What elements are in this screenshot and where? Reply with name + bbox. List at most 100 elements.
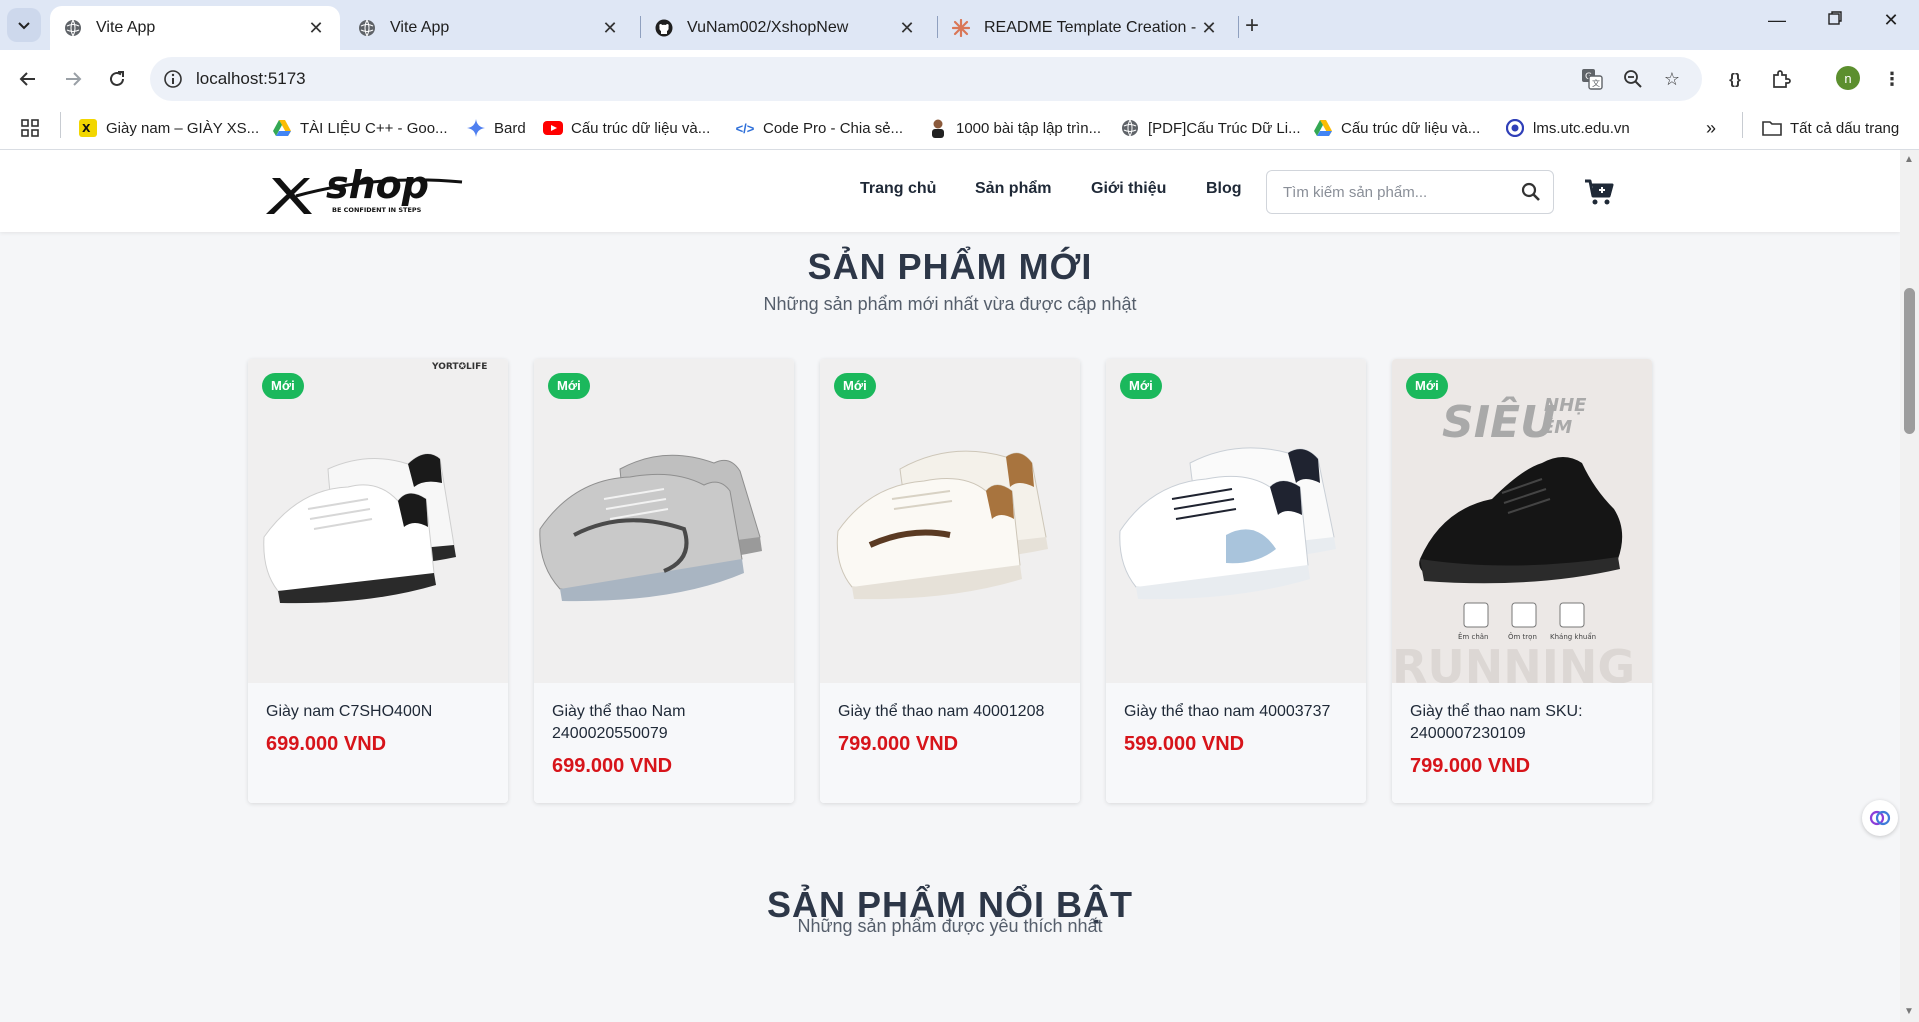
scroll-up-arrow-icon[interactable]: ▲ xyxy=(1904,154,1914,165)
site-info-icon[interactable] xyxy=(162,68,184,90)
site-header: shop BE CONFIDENT IN STEPS Trang chủ Sản… xyxy=(0,150,1900,232)
zoom-out-icon[interactable] xyxy=(1621,67,1645,91)
nav-blog[interactable]: Blog xyxy=(1206,180,1242,198)
profile-avatar[interactable]: n xyxy=(1836,66,1860,90)
svg-text:文: 文 xyxy=(1592,78,1600,88)
product-image[interactable]: Mới xyxy=(1106,359,1366,683)
product-search-input[interactable] xyxy=(1267,171,1507,213)
nav-san-pham[interactable]: Sản phẩm xyxy=(975,180,1051,198)
featured-products-subtitle: Những sản phẩm được yêu thích nhất xyxy=(797,916,1103,936)
scroll-down-arrow-icon[interactable]: ▼ xyxy=(1904,1006,1914,1017)
person-icon xyxy=(928,118,948,138)
address-bar[interactable]: localhost:5173 G文 ☆ xyxy=(150,57,1702,101)
new-tab-plus-icon[interactable]: + xyxy=(1245,12,1259,40)
drive-icon xyxy=(1313,118,1333,138)
bookmark-star-icon[interactable]: ☆ xyxy=(1660,67,1684,91)
bookmark-label: Giày nam – GIÀY XS... xyxy=(106,119,260,137)
product-card[interactable]: Mới Giày thể thao Nam 2400020550079 699.… xyxy=(534,359,794,803)
product-name[interactable]: Giày thể thao nam 40001208 xyxy=(838,701,1068,723)
extensions-puzzle-icon[interactable] xyxy=(1766,64,1796,94)
xshop-logo[interactable]: shop BE CONFIDENT IN STEPS xyxy=(266,163,466,220)
svg-text:BE CONFIDENT IN STEPS: BE CONFIDENT IN STEPS xyxy=(332,206,422,214)
new-badge: Mới xyxy=(262,373,304,399)
product-card[interactable]: Mới Giày thể thao nam 40001208 799.000 V… xyxy=(820,359,1080,803)
product-name[interactable]: Giày thể thao nam SKU: 2400007230109 xyxy=(1410,701,1640,745)
more-menu-icon[interactable]: ⋮ xyxy=(1877,64,1907,94)
back-arrow-icon[interactable] xyxy=(13,64,43,94)
product-info: Giày thể thao nam 40001208 799.000 VND xyxy=(820,683,1080,803)
tab-title: README Template Creation - Cl xyxy=(984,19,1199,36)
tab-title: Vite App xyxy=(96,19,156,36)
nav-trang-chu[interactable]: Trang chủ xyxy=(860,180,936,198)
bookmark-label: 1000 bài tập lập trìn... xyxy=(956,119,1102,137)
tab-search-button[interactable] xyxy=(7,8,41,42)
product-name[interactable]: Giày nam C7SHO400N xyxy=(266,701,496,723)
new-products-title: SẢN PHẨM MỚI xyxy=(807,246,1093,287)
globe-icon xyxy=(1120,118,1140,138)
youtube-icon xyxy=(543,118,563,138)
new-badge: Mới xyxy=(834,373,876,399)
tab-github[interactable]: VuNam002/XshopNew ✕ xyxy=(641,6,931,50)
bookmark-code-pro[interactable]: </> Code Pro - Chia sẻ... xyxy=(735,118,903,138)
reload-icon[interactable] xyxy=(102,64,132,94)
product-image[interactable]: Mới xyxy=(820,359,1080,683)
bookmark-youtube-ctdl[interactable]: Cấu trúc dữ liệu và... xyxy=(543,118,710,138)
close-tab-icon[interactable]: ✕ xyxy=(897,18,917,39)
product-info: Giày thể thao nam 40003737 599.000 VND xyxy=(1106,683,1366,803)
svg-text:YORT✪LIFE: YORT✪LIFE xyxy=(431,362,487,372)
tab-readme-claude[interactable]: README Template Creation - Cl ✕ xyxy=(938,6,1233,50)
product-card[interactable]: SIÊU NHẸ ÊM Êm chân Ôm trọn Kháng khuẩn … xyxy=(1392,359,1652,803)
more-bookmarks-chevron-icon[interactable]: » xyxy=(1706,118,1716,139)
restore-icon[interactable] xyxy=(1820,10,1850,31)
product-search-box xyxy=(1266,170,1554,214)
bookmark-bard[interactable]: Bard xyxy=(466,118,526,138)
bookmarks-bar: X Giày nam – GIÀY XS... TÀI LIỆU C++ - G… xyxy=(0,108,1919,150)
drive-icon xyxy=(272,118,292,138)
product-price: 699.000 VND xyxy=(552,755,673,777)
new-badge: Mới xyxy=(1406,373,1448,399)
bookmark-pdf-ctdl[interactable]: [PDF]Cấu Trúc Dữ Li... xyxy=(1120,118,1301,138)
product-name[interactable]: Giày thể thao nam 40003737 xyxy=(1124,701,1354,723)
tab-title: Vite App xyxy=(390,19,450,36)
claude-icon xyxy=(952,19,970,37)
tab-vite-app-1[interactable]: Vite App ✕ xyxy=(50,6,340,50)
product-image[interactable]: Mới xyxy=(534,359,794,683)
nav-gioi-thieu[interactable]: Giới thiệu xyxy=(1091,180,1166,198)
all-bookmarks-folder[interactable]: Tất cả dấu trang xyxy=(1762,118,1899,138)
forward-arrow-icon[interactable] xyxy=(58,64,88,94)
close-window-icon[interactable]: ✕ xyxy=(1876,10,1906,31)
bookmark-drive-ctdl[interactable]: Cấu trúc dữ liệu và... xyxy=(1313,118,1480,138)
translate-icon[interactable]: G文 xyxy=(1580,67,1604,91)
close-tab-icon[interactable]: ✕ xyxy=(1199,18,1219,39)
bookmark-tailieu-cpp[interactable]: TÀI LIỆU C++ - Goo... xyxy=(272,118,448,138)
product-card[interactable]: Mới Giày thể thao nam 40003737 599.000 V… xyxy=(1106,359,1366,803)
bookmark-label: Code Pro - Chia sẻ... xyxy=(763,119,904,137)
close-tab-icon[interactable]: ✕ xyxy=(600,18,620,39)
cart-icon[interactable] xyxy=(1584,178,1614,206)
search-icon[interactable] xyxy=(1521,182,1541,202)
folder-icon xyxy=(1762,118,1782,138)
page-scrollbar[interactable]: ▲ ▼ xyxy=(1900,150,1919,1022)
product-price: 699.000 VND xyxy=(266,733,387,755)
tab-separator xyxy=(1238,16,1239,38)
assistant-brain-icon[interactable] xyxy=(1862,800,1898,836)
devtools-json-icon[interactable]: {} xyxy=(1720,64,1750,94)
scrollbar-thumb[interactable] xyxy=(1904,288,1915,434)
bookmark-label: [PDF]Cấu Trúc Dữ Li... xyxy=(1148,119,1301,137)
bookmark-lms-utc[interactable]: lms.utc.edu.vn xyxy=(1505,118,1630,138)
tab-vite-app-2[interactable]: Vite App ✕ xyxy=(344,6,634,50)
product-price: 799.000 VND xyxy=(838,733,959,755)
product-card[interactable]: YORT✪LIFE Mới Giày nam C7SHO400N 699.000… xyxy=(248,359,508,803)
globe-icon xyxy=(358,19,376,37)
url-text[interactable]: localhost:5173 xyxy=(196,69,306,89)
apps-grid-icon[interactable] xyxy=(20,118,40,138)
svg-text:SIÊU: SIÊU xyxy=(1442,395,1556,448)
minimize-icon[interactable]: — xyxy=(1762,10,1792,31)
bookmark-xshop[interactable]: X Giày nam – GIÀY XS... xyxy=(78,118,259,138)
product-price: 799.000 VND xyxy=(1410,755,1531,777)
product-name[interactable]: Giày thể thao Nam 2400020550079 xyxy=(552,701,782,745)
product-image[interactable]: SIÊU NHẸ ÊM Êm chân Ôm trọn Kháng khuẩn … xyxy=(1392,359,1652,683)
close-tab-icon[interactable]: ✕ xyxy=(306,18,326,39)
bookmark-1000-bai-tap[interactable]: 1000 bài tập lập trìn... xyxy=(928,118,1101,138)
product-image[interactable]: YORT✪LIFE Mới xyxy=(248,359,508,683)
